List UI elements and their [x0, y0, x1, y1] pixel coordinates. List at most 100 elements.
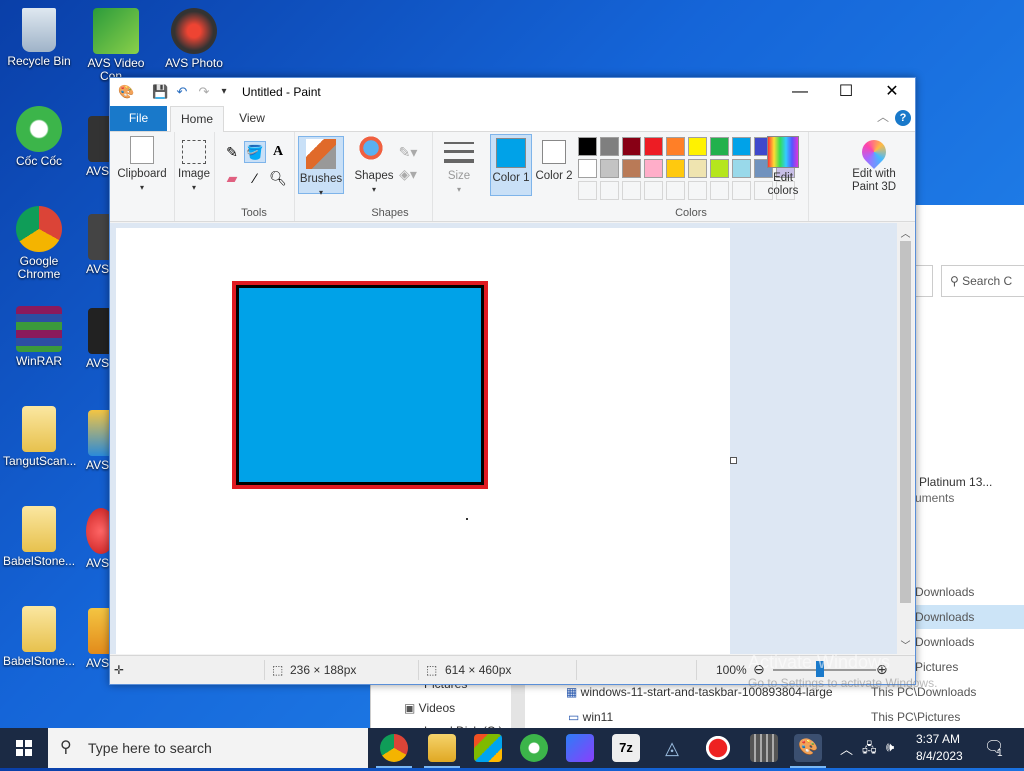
edit-colors-button[interactable]: Edit colors [760, 136, 806, 198]
shapes-button[interactable]: Shapes ▾ [352, 136, 396, 196]
palette-swatch[interactable] [644, 159, 663, 178]
palette-swatch[interactable] [688, 181, 707, 200]
coccoc-taskbar-icon[interactable] [520, 734, 548, 762]
close-button[interactable]: ✕ [869, 78, 915, 106]
activation-watermark-sub: Go to Settings to activate Windows. [748, 676, 938, 690]
magnifier-icon[interactable]: 🔍︎ [268, 168, 288, 188]
7zip-taskbar-icon[interactable]: 7z [612, 734, 640, 762]
image-file-icon: ▭ [568, 710, 583, 724]
paint-taskbar-icon[interactable]: 🎨 [794, 734, 822, 762]
desktop-icon-coccoc[interactable]: Cốc Cốc [3, 106, 75, 168]
paint-window[interactable]: 🎨 💾 ↶ ↷ ▾ Untitled - Paint — ☐ ✕ File Ho… [109, 77, 916, 685]
size-icon [444, 142, 474, 166]
explorer-search-input[interactable]: ⚲ Search C [941, 265, 1024, 297]
scroll-down-icon[interactable]: ﹀ [897, 637, 914, 652]
app-taskbar-icon[interactable] [566, 734, 594, 762]
palette-swatch[interactable] [666, 137, 685, 156]
recent-item-title[interactable]: Platinum 13... [919, 475, 992, 489]
tab-view[interactable]: View [230, 106, 274, 131]
palette-swatch[interactable] [600, 137, 619, 156]
palette-swatch[interactable] [622, 137, 641, 156]
collapse-ribbon-icon[interactable]: ︿ [877, 108, 889, 125]
palette-swatch[interactable] [578, 159, 597, 178]
desktop-icon-tangutscan[interactable]: TangutScan... [3, 406, 76, 468]
undo-icon[interactable]: ↶ [174, 84, 190, 100]
app-a-taskbar-icon[interactable]: ◬ [658, 734, 686, 762]
maximize-button[interactable]: ☐ [823, 78, 869, 106]
scrollbar-thumb[interactable] [900, 241, 911, 603]
network-icon[interactable]: 🖧︎ [862, 739, 877, 761]
desktop-icon-avs-video[interactable]: AVS Video Con... [80, 8, 152, 83]
palette-swatch[interactable] [666, 181, 685, 200]
canvas-area[interactable] [110, 223, 897, 654]
taskbar: ⚲ Type here to search 7z ◬ 🎨 ︿ 🖧︎ 🕪︎ 3:3… [0, 728, 1024, 768]
store-taskbar-icon[interactable] [474, 734, 502, 762]
palette-swatch[interactable] [732, 137, 751, 156]
fill-icon[interactable]: 🪣 [244, 141, 266, 163]
save-icon[interactable]: 💾 [152, 84, 168, 100]
desktop-icon-recycle-bin[interactable]: Recycle Bin [3, 8, 75, 68]
record-taskbar-icon[interactable] [704, 734, 732, 762]
drawing-canvas[interactable] [116, 228, 730, 654]
outline-icon[interactable]: ✎▾ [398, 142, 418, 162]
canvas-resize-handle-right[interactable] [730, 457, 737, 464]
clipboard-button[interactable]: Clipboard ▾ [114, 136, 170, 194]
select-icon [182, 140, 206, 164]
palette-swatch[interactable] [600, 181, 619, 200]
desktop-icon-avs-photo[interactable]: AVS Photo [158, 8, 230, 70]
desktop-icon-winrar[interactable]: WinRAR [3, 306, 75, 368]
palette-swatch[interactable] [710, 181, 729, 200]
palette-swatch[interactable] [622, 181, 641, 200]
file-explorer-taskbar-icon[interactable] [428, 734, 456, 762]
brushes-button[interactable]: Brushes ▾ [298, 136, 344, 197]
palette-swatch[interactable] [688, 137, 707, 156]
chrome-taskbar-icon[interactable] [380, 734, 408, 762]
tab-file[interactable]: File [110, 106, 167, 131]
desktop-icon-chrome[interactable]: Google Chrome [3, 206, 75, 281]
minimize-button[interactable]: — [777, 78, 823, 106]
image-file-icon: ▦ [566, 685, 581, 699]
palette-swatch[interactable] [666, 159, 685, 178]
show-hidden-icons[interactable]: ︿ [840, 739, 853, 758]
volume-icon[interactable]: 🕪︎ [886, 739, 894, 755]
redo-icon[interactable]: ↷ [196, 84, 212, 100]
palette-swatch[interactable] [644, 181, 663, 200]
start-button[interactable] [0, 728, 48, 768]
desktop-icon-babelstone-2[interactable]: BabelStone... [3, 606, 75, 668]
eraser-icon[interactable]: ▰ [222, 168, 242, 188]
color-picker-icon[interactable]: ⁄ [245, 168, 265, 188]
text-icon[interactable]: A [268, 142, 288, 162]
file-row[interactable]: ▭ win11 [568, 710, 613, 724]
shape-fill-icon[interactable]: ◈▾ [398, 164, 418, 184]
color2-button[interactable]: Color 2 [534, 134, 574, 194]
help-icon[interactable]: ? [895, 110, 911, 126]
color1-button[interactable]: Color 1 [490, 134, 532, 196]
palette-swatch[interactable] [578, 137, 597, 156]
zoom-level: 100% [716, 663, 747, 677]
paint-titlebar[interactable]: 🎨 💾 ↶ ↷ ▾ Untitled - Paint — ☐ ✕ [110, 78, 915, 106]
vertical-scrollbar[interactable]: ︿ ﹀ [897, 223, 914, 654]
nav-item-videos[interactable]: ▣ Videos [404, 701, 455, 715]
desktop-icon-babelstone-1[interactable]: BabelStone... [3, 506, 75, 568]
palette-swatch[interactable] [710, 137, 729, 156]
clock-time[interactable]: 3:37 AM [916, 732, 960, 746]
palette-swatch[interactable] [622, 159, 641, 178]
palette-swatch[interactable] [710, 159, 729, 178]
palette-swatch[interactable] [732, 159, 751, 178]
clock-date[interactable]: 8/4/2023 [916, 749, 963, 763]
size-button[interactable]: Size ▾ [436, 136, 482, 196]
taskbar-search[interactable]: ⚲ Type here to search [48, 728, 368, 768]
palette-swatch[interactable] [644, 137, 663, 156]
video-taskbar-icon[interactable] [750, 734, 778, 762]
edit-paint3d-button[interactable]: Edit with Paint 3D [844, 135, 904, 194]
brushes-group: Brushes ▾ [294, 132, 348, 221]
customize-qa-icon[interactable]: ▾ [216, 84, 232, 100]
palette-swatch[interactable] [600, 159, 619, 178]
palette-swatch[interactable] [578, 181, 597, 200]
palette-swatch[interactable] [732, 181, 751, 200]
image-button[interactable]: Image ▾ [176, 136, 212, 194]
scroll-up-icon[interactable]: ︿ [897, 225, 914, 240]
pencil-icon[interactable]: ✎ [222, 142, 242, 162]
palette-swatch[interactable] [688, 159, 707, 178]
tab-home[interactable]: Home [170, 106, 224, 132]
